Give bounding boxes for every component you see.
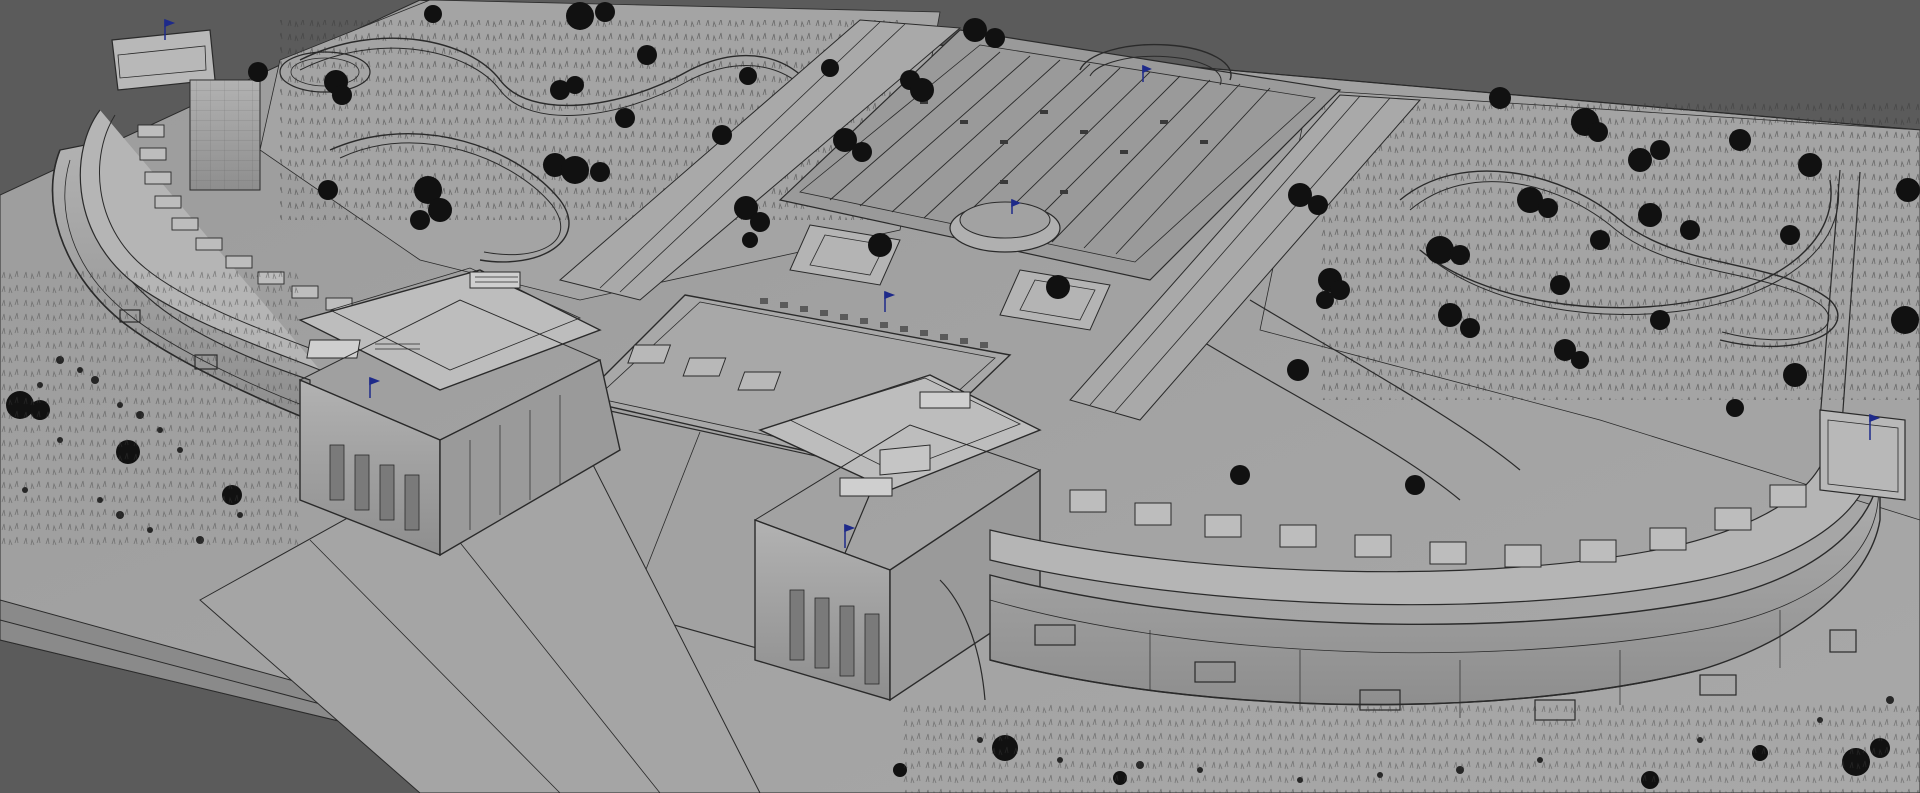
wireframe-scene[interactable]	[0, 0, 1920, 793]
3d-viewport[interactable]	[0, 0, 1920, 793]
